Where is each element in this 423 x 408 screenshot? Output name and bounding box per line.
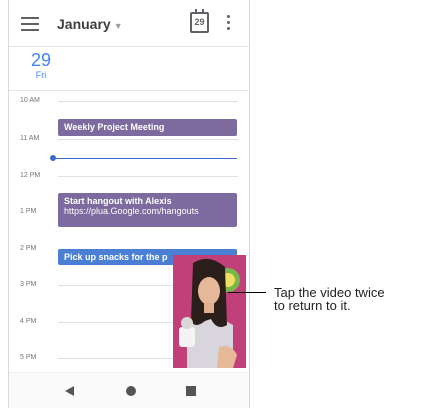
hour-label: 10 AM	[20, 97, 40, 104]
hour-label: 12 PM	[20, 172, 41, 179]
today-calendar-icon[interactable]: 29	[190, 9, 209, 33]
month-selector[interactable]: January ▼	[57, 16, 123, 32]
event-title: Pick up snacks for the p	[64, 252, 168, 262]
event-weekly-project-meeting[interactable]: Weekly Project Meeting	[58, 119, 237, 136]
video-frame-image	[173, 255, 246, 368]
callout-text: Tap the video twice to return to it.	[274, 286, 423, 312]
day-number: 29	[30, 50, 52, 70]
day-name: Fri	[35, 70, 47, 80]
hour-line	[58, 101, 238, 102]
callout-pointer	[228, 292, 266, 293]
hour-line	[58, 176, 238, 177]
event-title: Weekly Project Meeting	[64, 122, 165, 132]
hour-label: 3 PM	[20, 281, 37, 288]
home-icon[interactable]	[126, 386, 136, 396]
hour-label: 2 PM	[20, 245, 37, 252]
header-divider	[9, 90, 249, 91]
today-date: 29	[194, 17, 205, 27]
callout-line-2: to return to it.	[274, 298, 351, 313]
back-icon[interactable]	[65, 386, 74, 396]
recents-icon[interactable]	[186, 386, 196, 396]
hamburger-menu-icon[interactable]	[21, 17, 39, 31]
system-nav-bar	[9, 372, 249, 408]
event-link: https://plua.Google.com/hangouts	[64, 206, 199, 216]
hour-label: 11 AM	[20, 135, 40, 142]
hour-label: 5 PM	[20, 354, 37, 361]
day-header[interactable]: 29 Fri	[21, 50, 61, 80]
dropdown-caret-icon: ▼	[113, 21, 123, 31]
hour-label: 1 PM	[20, 208, 37, 215]
hour-line	[58, 139, 238, 140]
more-options-icon[interactable]	[227, 15, 231, 31]
event-hangout-with-alexis[interactable]: Start hangout with Alexis https://plua.G…	[58, 193, 237, 227]
current-time-line	[56, 158, 237, 159]
app-bar: January ▼ 29	[9, 0, 249, 47]
month-label: January	[57, 16, 111, 32]
event-title: Start hangout with Alexis	[64, 196, 172, 206]
picture-in-picture-video[interactable]	[173, 255, 246, 368]
hour-label: 4 PM	[20, 318, 37, 325]
phone-screen: January ▼ 29 29 Fri 10 AM 11 AM 12 PM 1 P…	[8, 0, 250, 408]
